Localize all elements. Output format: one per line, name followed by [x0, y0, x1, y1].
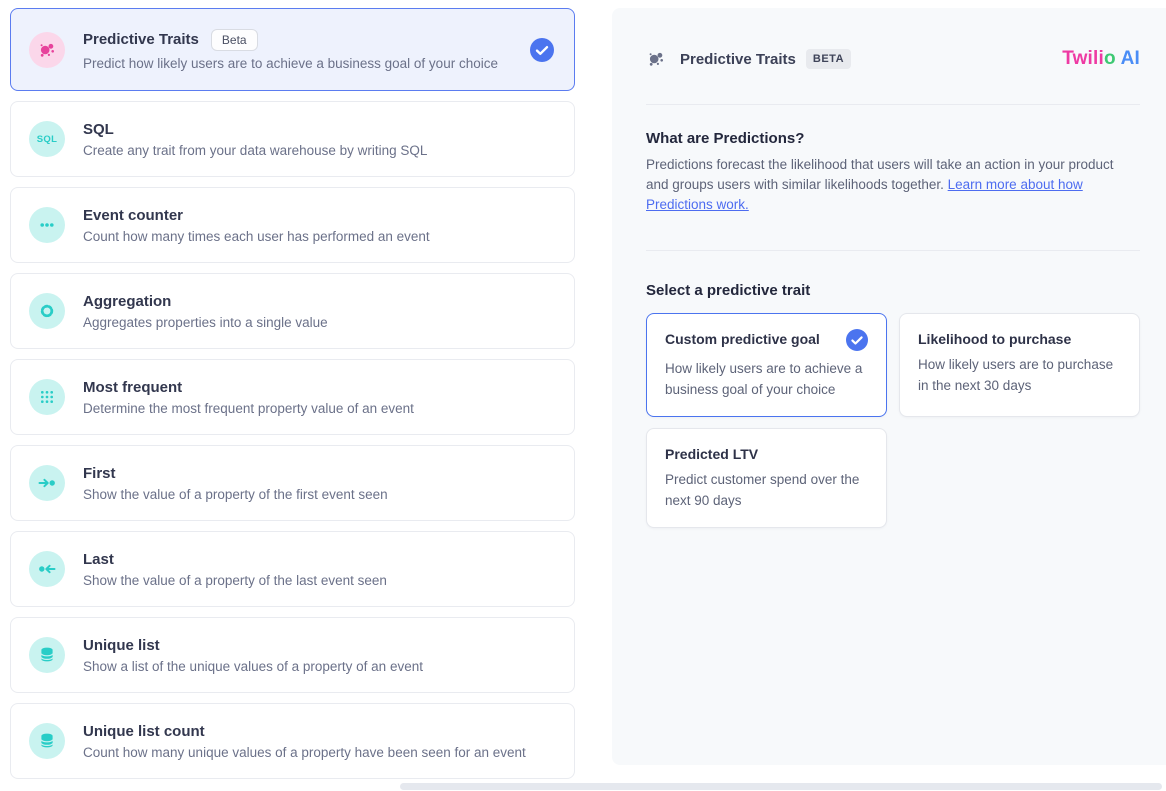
trait-title: Unique list: [83, 637, 160, 654]
option-likelihood-to-purchase[interactable]: Likelihood to purchase How likely users …: [899, 313, 1140, 417]
panel-title: Predictive Traits: [680, 51, 796, 68]
trait-description: Show the value of a property of the firs…: [83, 487, 388, 502]
first-icon: [29, 465, 65, 501]
trait-item-first[interactable]: First Show the value of a property of th…: [10, 445, 575, 521]
option-title: Likelihood to purchase: [918, 329, 1071, 347]
trait-item-predictive-traits[interactable]: Predictive Traits Beta Predict how likel…: [10, 8, 575, 91]
trait-item-sql[interactable]: SQL SQL Create any trait from your data …: [10, 101, 575, 177]
trait-item-event-counter[interactable]: Event counter Count how many times each …: [10, 187, 575, 263]
trait-title: SQL: [83, 121, 114, 138]
trait-title: First: [83, 465, 116, 482]
most-frequent-icon: [29, 379, 65, 415]
event-counter-icon: [29, 207, 65, 243]
trait-item-last[interactable]: Last Show the value of a property of the…: [10, 531, 575, 607]
trait-title: Last: [83, 551, 114, 568]
database-icon: [29, 723, 65, 759]
trait-description: Show a list of the unique values of a pr…: [83, 659, 423, 674]
about-body: Predictions forecast the likelihood that…: [646, 155, 1126, 215]
trait-title: Aggregation: [83, 293, 171, 310]
trait-description: Show the value of a property of the last…: [83, 573, 387, 588]
horizontal-scrollbar[interactable]: [400, 783, 1162, 790]
section-divider: [646, 250, 1140, 251]
last-icon: [29, 551, 65, 587]
option-predicted-ltv[interactable]: Predicted LTV Predict customer spend ove…: [646, 428, 887, 528]
option-title: Predicted LTV: [665, 444, 758, 462]
selected-check-icon: [846, 329, 868, 351]
predictive-trait-options: Custom predictive goal How likely users …: [646, 313, 1140, 528]
trait-item-aggregation[interactable]: Aggregation Aggregates properties into a…: [10, 273, 575, 349]
option-title: Custom predictive goal: [665, 329, 820, 347]
option-description: How likely users are to achieve a busine…: [665, 358, 868, 400]
trait-type-list: Predictive Traits Beta Predict how likel…: [10, 8, 575, 789]
aggregation-icon: [29, 293, 65, 329]
trait-item-unique-list-count[interactable]: Unique list count Count how many unique …: [10, 703, 575, 779]
sql-icon: SQL: [29, 121, 65, 157]
trait-description: Count how many unique values of a proper…: [83, 745, 526, 760]
trait-title: Unique list count: [83, 723, 205, 740]
about-heading: What are Predictions?: [646, 130, 1140, 147]
panel-header: Predictive Traits BETA Twilio AI: [646, 48, 1140, 70]
option-custom-predictive-goal[interactable]: Custom predictive goal How likely users …: [646, 313, 887, 417]
predictive-traits-icon: [29, 32, 65, 68]
database-icon: [29, 637, 65, 673]
beta-badge: BETA: [806, 49, 851, 69]
trait-title: Predictive Traits: [83, 31, 199, 48]
predictive-traits-panel: Predictive Traits BETA Twilio AI What ar…: [612, 8, 1166, 765]
trait-description: Aggregates properties into a single valu…: [83, 315, 328, 330]
trait-item-most-frequent[interactable]: Most frequent Determine the most frequen…: [10, 359, 575, 435]
trait-description: Determine the most frequent property val…: [83, 401, 414, 416]
trait-title: Event counter: [83, 207, 183, 224]
predictive-traits-icon: [646, 49, 666, 69]
option-description: Predict customer spend over the next 90 …: [665, 469, 868, 511]
twilio-ai-logo: Twilio AI: [1062, 48, 1140, 70]
trait-description: Count how many times each user has perfo…: [83, 229, 430, 244]
trait-description: Create any trait from your data warehous…: [83, 143, 427, 158]
trait-title: Most frequent: [83, 379, 182, 396]
beta-badge: Beta: [211, 29, 258, 51]
header-divider: [646, 104, 1140, 105]
trait-item-unique-list[interactable]: Unique list Show a list of the unique va…: [10, 617, 575, 693]
select-trait-heading: Select a predictive trait: [646, 282, 1140, 299]
trait-description: Predict how likely users are to achieve …: [83, 56, 498, 71]
option-description: How likely users are to purchase in the …: [918, 354, 1121, 396]
selected-check-icon: [530, 38, 554, 62]
